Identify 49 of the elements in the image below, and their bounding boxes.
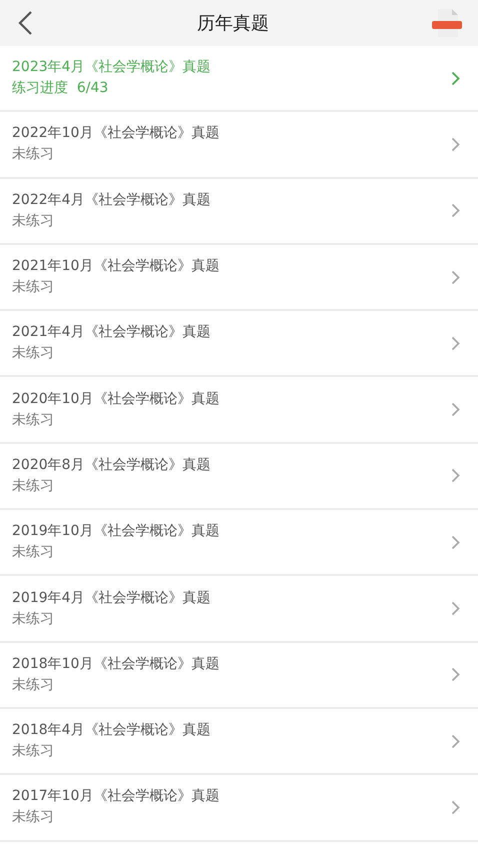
paper-title: 2022年10月《社会学概论》真题: [12, 124, 220, 144]
paper-title: 2019年4月《社会学概论》真题: [12, 588, 211, 608]
paper-list-item[interactable]: 2018年4月《社会学概论》真题 未练习: [0, 708, 478, 776]
paper-list-item[interactable]: 2021年4月《社会学概论》真题 未练习: [0, 311, 478, 378]
practice-status: 未练习: [12, 808, 55, 828]
paper-title: 2021年4月《社会学概论》真题: [12, 323, 211, 342]
chevron-right-icon: [451, 534, 460, 550]
chevron-right-icon: [451, 601, 460, 616]
practice-status: 未练习: [12, 212, 55, 231]
chevron-right-icon: [451, 203, 460, 218]
chevron-right-icon: [451, 70, 460, 86]
paper-title: 2023年4月《社会学概论》真题: [12, 58, 211, 78]
paper-list-item[interactable]: 2017年10月《社会学概论》真题 未练习: [0, 775, 478, 842]
paper-list-item[interactable]: 2020年8月《社会学概论》真题 未练习: [0, 444, 478, 510]
practice-status: 未练习: [12, 410, 55, 430]
practice-status: 未练习: [12, 278, 55, 298]
chevron-right-icon: [451, 734, 460, 749]
practice-status: 未练习: [12, 145, 55, 164]
paper-title: 2021年10月《社会学概论》真题: [12, 257, 220, 276]
paper-list-item[interactable]: 2021年10月《社会学概论》真题 未练习: [0, 244, 478, 312]
chevron-right-icon: [451, 468, 460, 484]
chevron-right-icon: [451, 270, 460, 285]
chevron-right-icon: [451, 800, 460, 815]
practice-status: 未练习: [12, 344, 55, 364]
paper-list-item[interactable]: 2022年4月《社会学概论》真题 未练习: [0, 178, 478, 245]
paper-title: 2018年10月《社会学概论》真题: [12, 654, 220, 674]
paper-list-item[interactable]: 2022年10月《社会学概论》真题 未练习: [0, 112, 478, 179]
chevron-right-icon: [451, 667, 460, 682]
paper-title: 2022年4月《社会学概论》真题: [12, 190, 211, 210]
paper-title: 2020年8月《社会学概论》真题: [12, 456, 211, 475]
pdf-file-icon[interactable]: [430, 8, 464, 38]
paper-list-item[interactable]: 2020年10月《社会学概论》真题 未练习: [0, 377, 478, 444]
practice-status: 未练习: [12, 742, 55, 762]
paper-title: 2018年4月《社会学概论》真题: [12, 721, 211, 740]
paper-list-item[interactable]: 2018年10月《社会学概论》真题 未练习: [0, 642, 478, 709]
paper-title: 2017年10月《社会学概论》真题: [12, 787, 220, 806]
page-title: 历年真题: [197, 12, 269, 35]
practice-status: 未练习: [12, 676, 55, 695]
paper-title: 2020年10月《社会学概论》真题: [12, 390, 220, 409]
paper-title: 2019年10月《社会学概论》真题: [12, 522, 220, 542]
practice-status: 练习进度 6/43: [12, 79, 110, 98]
chevron-right-icon: [451, 336, 460, 351]
practice-status: 未练习: [12, 610, 55, 629]
chevron-right-icon: [451, 136, 460, 152]
chevron-right-icon: [451, 402, 460, 418]
paper-list-item[interactable]: 2019年10月《社会学概论》真题 未练习: [0, 510, 478, 576]
paper-list-item[interactable]: 2019年4月《社会学概论》真题 未练习: [0, 576, 478, 643]
practice-status: 未练习: [12, 543, 55, 562]
practice-status: 未练习: [12, 476, 55, 496]
